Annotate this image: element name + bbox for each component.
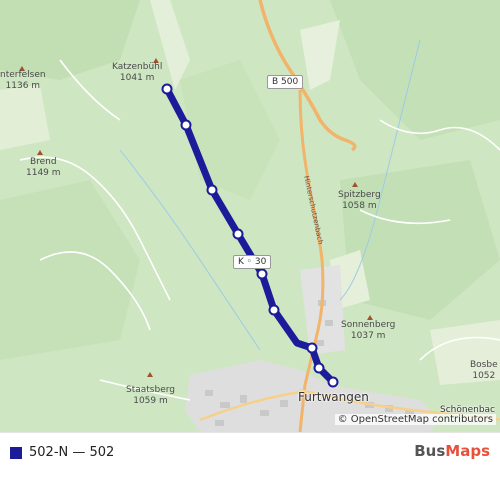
peak-label: Brend 1149 m: [26, 157, 61, 178]
route-stop[interactable]: [161, 83, 173, 95]
route-stop[interactable]: [232, 228, 244, 240]
map-attribution[interactable]: © OpenStreetMap contributors: [334, 414, 496, 425]
peak-label: Staatsberg 1059 m: [126, 385, 175, 406]
map-canvas: [0, 0, 500, 432]
route-stop[interactable]: [180, 119, 192, 131]
route-stop[interactable]: [206, 184, 218, 196]
route-stop[interactable]: [306, 342, 318, 354]
map-view[interactable]: Katzenbühl 1041 m nterfelsen 1136 m Bren…: [0, 0, 500, 432]
logo-bus-text: Bus: [414, 442, 446, 460]
route-legend-label: 502-N — 502: [29, 445, 115, 460]
road-shield: K ◦ 30: [233, 255, 272, 269]
logo-maps-text: Maps: [445, 442, 490, 460]
peak-label: Bosbe 1052: [470, 360, 498, 381]
route-stop[interactable]: [313, 362, 325, 374]
peak-label: Spitzberg 1058 m: [338, 190, 381, 211]
route-stop[interactable]: [268, 304, 280, 316]
route-stop[interactable]: [256, 268, 268, 280]
route-legend: 502-N — 502: [10, 445, 114, 460]
town-label: Furtwangen: [298, 390, 369, 404]
route-stop[interactable]: [327, 376, 339, 388]
route-color-swatch: [10, 446, 22, 459]
peak-label: Sonnenberg 1037 m: [341, 320, 396, 341]
road-shield: B 500: [267, 75, 304, 89]
busmaps-logo[interactable]: BusMaps: [414, 442, 490, 460]
legend-bar: 502-N — 502 BusMaps: [0, 432, 500, 501]
peak-label: Katzenbühl 1041 m: [112, 62, 163, 83]
peak-label: nterfelsen 1136 m: [0, 70, 46, 91]
